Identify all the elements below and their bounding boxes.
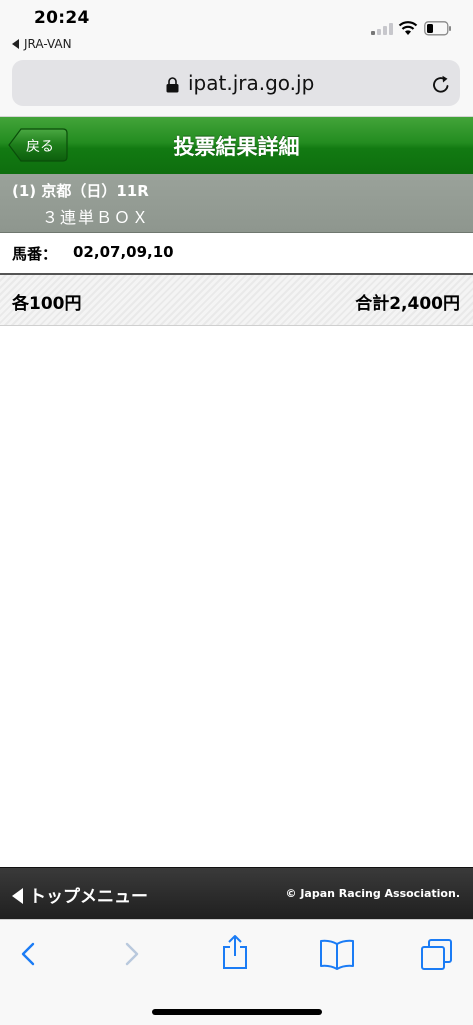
tabs-icon[interactable] — [420, 938, 454, 972]
url-text: ipat.jra.go.jp — [188, 71, 315, 95]
back-app-label: JRA-VAN — [24, 37, 72, 51]
back-icon[interactable] — [16, 938, 40, 970]
bookmarks-icon[interactable] — [318, 938, 356, 970]
lock-icon — [166, 77, 179, 93]
reload-icon[interactable] — [430, 74, 452, 96]
address-bar[interactable]: ipat.jra.go.jp — [12, 60, 460, 106]
left-triangle-icon — [12, 888, 23, 904]
share-icon[interactable] — [220, 934, 250, 970]
horse-numbers-label: 馬番： — [12, 245, 58, 263]
bet-type: ３連単ＢＯＸ — [42, 208, 151, 227]
horse-numbers-row: 馬番： 02,07,09,10 — [0, 233, 473, 275]
total-amount: 合計2,400円 — [355, 294, 460, 314]
status-bar: 20:24 JRA-VAN — [0, 0, 473, 56]
each-amount: 各100円 — [12, 294, 82, 314]
footer-bar: トップメニュー © Japan Racing Association. — [0, 867, 473, 920]
browser-toolbar — [0, 919, 473, 1025]
top-menu-label: トップメニュー — [29, 887, 148, 907]
cellular-signal-icon — [371, 23, 393, 35]
page-title: 投票結果詳細 — [173, 135, 300, 159]
back-arrow-icon — [12, 39, 19, 49]
horse-numbers-value: 02,07,09,10 — [73, 243, 174, 261]
amount-row: 各100円 合計2,400円 — [0, 275, 473, 326]
race-info: (1) 京都（日）11R ３連単ＢＯＸ — [0, 174, 473, 233]
home-indicator[interactable] — [152, 1009, 322, 1015]
address-bar-area: ipat.jra.go.jp — [0, 56, 473, 117]
race-name: (1) 京都（日）11R — [12, 182, 149, 200]
back-to-app-link[interactable]: JRA-VAN — [12, 37, 72, 51]
page-header: 戻る 投票結果詳細 — [0, 117, 473, 174]
top-menu-link[interactable]: トップメニュー — [12, 882, 148, 907]
forward-icon[interactable] — [120, 938, 144, 970]
copyright-text: © Japan Racing Association. — [285, 887, 461, 900]
wifi-icon — [398, 21, 418, 35]
clock: 20:24 — [34, 8, 90, 28]
battery-icon — [424, 21, 451, 36]
